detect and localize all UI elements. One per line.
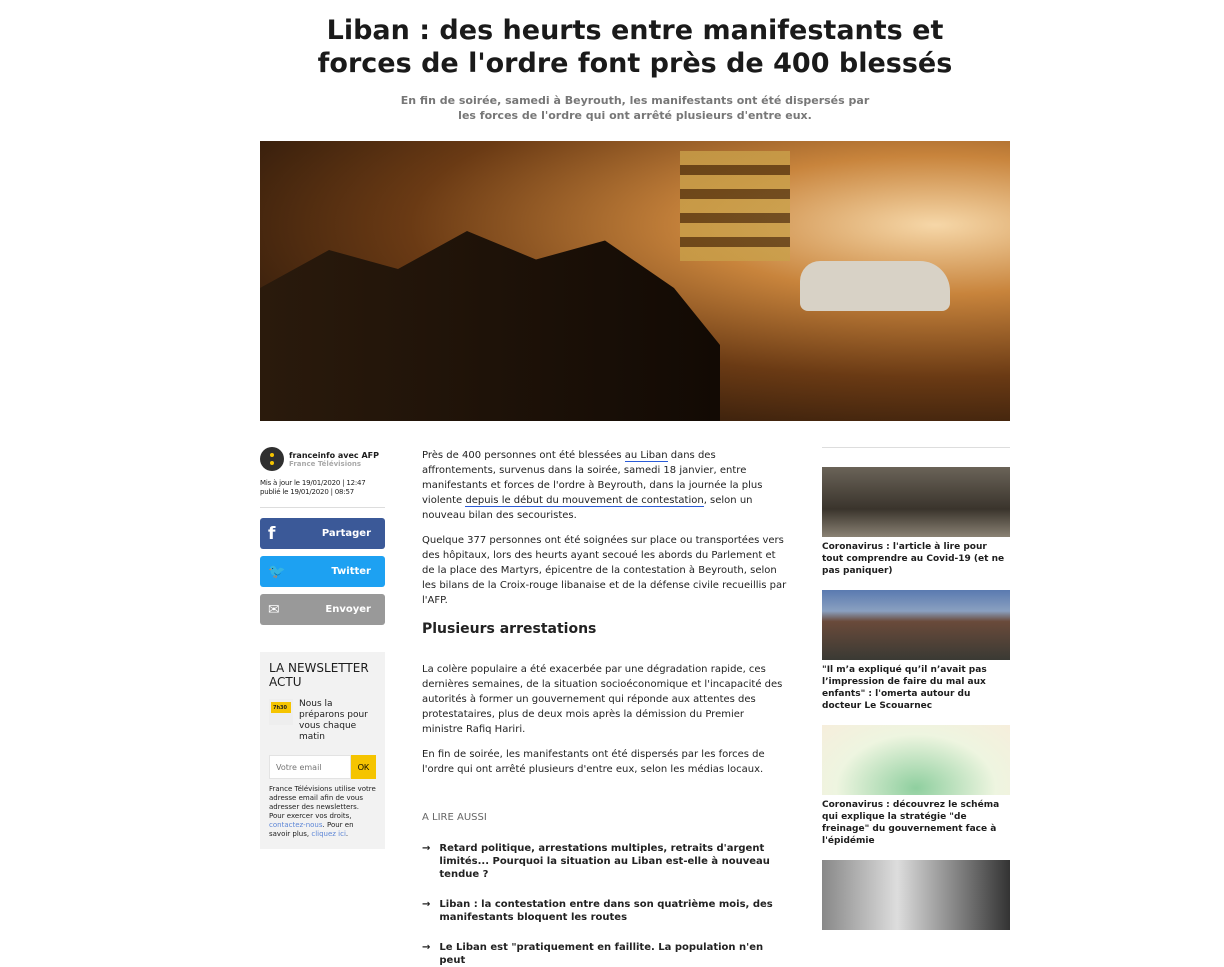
card-title: "Il m’a expliqué qu’il n’avait pas l’imp…: [822, 665, 987, 711]
arrow-right-icon: →: [422, 942, 431, 953]
sidebar-card[interactable]: Coronavirus : découvrez le schéma qui ex…: [822, 725, 1010, 847]
card-title: Coronavirus : découvrez le schéma qui ex…: [822, 800, 1000, 846]
share-label: Partager: [321, 528, 371, 539]
sidebar-card[interactable]: "Il m’a expliqué qu’il n’avait pas l’imp…: [822, 590, 1010, 712]
share-label: Twitter: [331, 566, 371, 577]
facebook-icon: f: [268, 523, 276, 544]
sidebar-card[interactable]: Coronavirus : l'article à lire pour tout…: [822, 467, 1010, 577]
more-info-link[interactable]: cliquez ici: [311, 830, 346, 838]
read-also-label: A LIRE AUSSI: [422, 812, 487, 823]
thumbnail-image: [822, 725, 1010, 795]
legal-text: .: [345, 830, 349, 838]
newsletter-envelope-icon: 7h30: [269, 699, 293, 725]
arrow-right-icon: →: [422, 899, 431, 910]
thumbnail-image: [822, 590, 1010, 660]
author-name: franceinfo avec AFP: [289, 450, 379, 460]
hero-photo: [260, 141, 1010, 421]
article-subtitle: En fin de soirée, samedi à Beyrouth, les…: [400, 94, 870, 122]
divider: [260, 507, 385, 508]
franceinfo-logo-icon: [260, 447, 284, 471]
article-body: Près de 400 personnes ont été blessées a…: [422, 448, 787, 967]
twitter-icon: 🐦: [268, 563, 286, 580]
envelope-label: 7h30: [273, 705, 287, 711]
updated-date: Mis à jour le 19/01/2020 | 12:47: [260, 479, 366, 487]
twitter-share-button[interactable]: 🐦 Twitter: [260, 556, 385, 587]
share-label: Envoyer: [325, 604, 371, 615]
facebook-share-button[interactable]: f Partager: [260, 518, 385, 549]
liban-link[interactable]: au Liban: [624, 450, 668, 462]
paragraph: Près de 400 personnes ont été blessées a…: [422, 450, 763, 521]
published-date: publié le 19/01/2020 | 08:57: [260, 488, 354, 496]
contestation-link[interactable]: depuis le début du mouvement de contesta…: [465, 495, 704, 507]
arrow-right-icon: →: [422, 843, 431, 854]
paragraph: La colère populaire a été exacerbée par …: [422, 664, 783, 735]
subscribe-button[interactable]: OK: [351, 755, 376, 779]
paragraph: Quelque 377 personnes ont été soignées s…: [422, 535, 787, 606]
page-title: Liban : des heurts entre manifestants et…: [317, 15, 953, 79]
paragraph: En fin de soirée, les manifestants ont é…: [422, 749, 765, 775]
thumbnail-image: [822, 467, 1010, 537]
author-org: France Télévisions: [289, 459, 362, 468]
author-block: franceinfo avec AFP France Télévisions: [260, 447, 385, 471]
related-link[interactable]: → Liban : la contestation entre dans son …: [422, 898, 787, 924]
legal-text: France Télévisions utilise votre adresse…: [269, 785, 376, 820]
sidebar: Coronavirus : l'article à lire pour tout…: [822, 447, 1010, 943]
thumbnail-image: [822, 860, 1010, 930]
card-title: Coronavirus : l'article à lire pour tout…: [822, 542, 1005, 576]
sidebar-card[interactable]: [822, 860, 1010, 930]
newsletter-box: LA NEWSLETTER ACTU 7h30 Nous la préparons…: [260, 652, 385, 849]
email-share-button[interactable]: ✉ Envoyer: [260, 594, 385, 625]
newsletter-text: Nous la préparons pour vous chaque matin: [299, 699, 368, 742]
section-heading: Plusieurs arrestations: [422, 621, 597, 637]
envelope-icon: ✉: [268, 601, 280, 618]
email-input[interactable]: [269, 755, 351, 779]
left-column: franceinfo avec AFP France Télévisions Mi…: [260, 447, 385, 849]
newsletter-title: LA NEWSLETTER ACTU: [269, 661, 369, 689]
contact-link[interactable]: contactez-nous: [269, 821, 323, 829]
related-link[interactable]: → Retard politique, arrestations multiple…: [422, 842, 787, 881]
related-link[interactable]: → Le Liban est "pratiquement en faillite.…: [422, 941, 787, 967]
